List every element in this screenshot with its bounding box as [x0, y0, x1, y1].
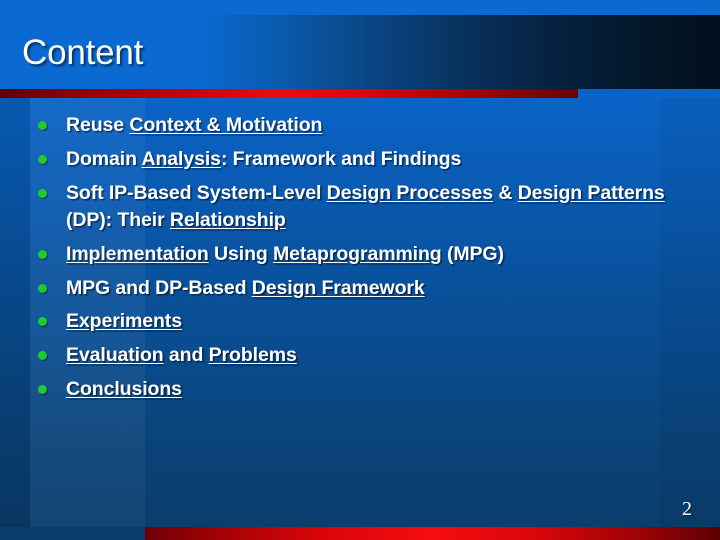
- content-bullet-list: Reuse Context & Motivation Domain Analysi…: [30, 112, 700, 410]
- bullet-text-emphasis: Implementation: [66, 242, 209, 265]
- page-title: Content: [22, 33, 144, 72]
- bullet-text: and: [163, 344, 209, 367]
- bullet-dot-icon: [38, 121, 47, 130]
- list-item: Experiments: [30, 308, 700, 335]
- footer-rule: [145, 527, 720, 540]
- bullet-text-emphasis: Evaluation: [66, 344, 164, 367]
- footer-left-block: [0, 527, 145, 540]
- bullet-text: Using: [208, 242, 274, 265]
- list-item: Conclusions: [30, 376, 700, 403]
- bullet-text: (MPG): [441, 242, 504, 265]
- bullet-text: &: [493, 181, 518, 204]
- bullet-text-emphasis: Relationship: [169, 208, 286, 231]
- list-item: Implementation Using Metaprogramming (MP…: [30, 241, 700, 268]
- bullet-text-emphasis: Design Processes: [326, 181, 494, 204]
- background-band-left-edge: [0, 98, 30, 540]
- presentation-slide: Content Reuse Context & Motivation Domain…: [0, 0, 720, 540]
- bullet-text: Soft IP-Based System-Level: [66, 181, 327, 204]
- list-item: Evaluation and Problems: [30, 342, 700, 369]
- bullet-dot-icon: [38, 283, 47, 293]
- bullet-text-emphasis: Metaprogramming: [273, 242, 442, 265]
- bullet-dot-icon: [38, 351, 47, 361]
- list-item: Domain Analysis: Framework and Findings: [30, 146, 700, 173]
- bullet-dot-icon: [38, 249, 47, 259]
- header-top-strip: [0, 0, 720, 15]
- page-number: 2: [682, 498, 692, 520]
- bullet-text: : Framework and Findings: [220, 147, 462, 170]
- bullet-dot-icon: [38, 385, 47, 395]
- list-item: MPG and DP-Based Design Framework: [30, 275, 700, 302]
- bullet-text: Reuse: [66, 114, 130, 136]
- bullet-text: MPG and DP-Based: [66, 276, 252, 299]
- bullet-dot-icon: [38, 317, 47, 327]
- list-item: Reuse Context & Motivation: [30, 112, 700, 139]
- bullet-dot-icon: [38, 154, 47, 164]
- bullet-dot-icon: [38, 188, 47, 198]
- bullet-text-emphasis: Context & Motivation: [129, 114, 323, 136]
- bullet-text-emphasis: Conclusions: [66, 378, 182, 401]
- bullet-text: Domain: [66, 147, 142, 170]
- bullet-text: (DP): Their: [66, 208, 170, 231]
- bullet-text-emphasis: Design Framework: [251, 276, 425, 299]
- bullet-text-emphasis: Problems: [208, 344, 297, 367]
- bullet-text-emphasis: Design Patterns: [517, 181, 665, 204]
- bullet-text-emphasis: Analysis: [141, 147, 222, 170]
- bullet-text-emphasis: Experiments: [66, 310, 182, 333]
- list-item: Soft IP-Based System-Level Design Proces…: [30, 180, 700, 234]
- title-divider-rule: [0, 89, 578, 98]
